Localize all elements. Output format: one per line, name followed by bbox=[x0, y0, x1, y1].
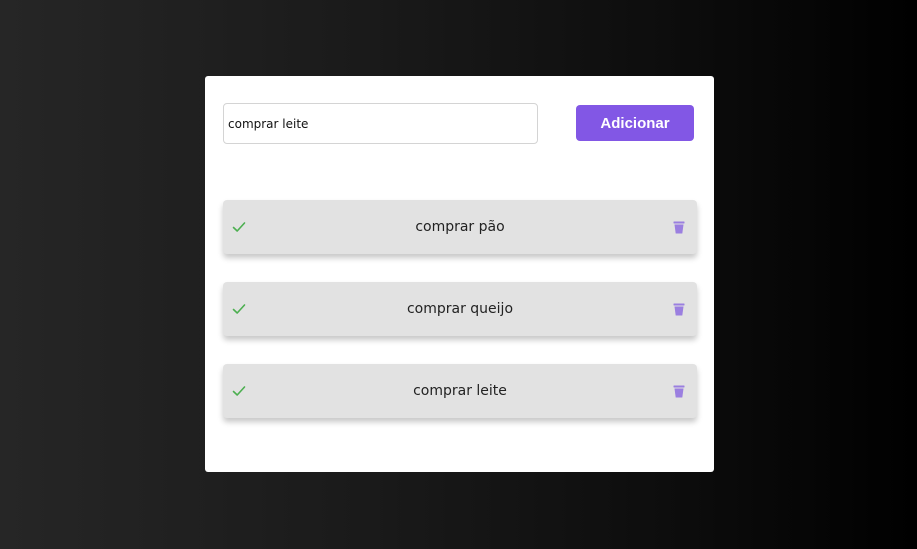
task-input[interactable] bbox=[223, 103, 538, 144]
task-item: comprar queijo bbox=[223, 282, 697, 336]
trash-icon[interactable] bbox=[673, 221, 685, 234]
task-label: comprar queijo bbox=[406, 301, 514, 317]
task-item: comprar pão bbox=[223, 200, 697, 254]
check-icon[interactable] bbox=[232, 220, 246, 234]
trash-icon[interactable] bbox=[673, 303, 685, 316]
check-icon[interactable] bbox=[232, 384, 246, 398]
task-item: comprar leite bbox=[223, 364, 697, 418]
trash-icon[interactable] bbox=[673, 385, 685, 398]
check-icon[interactable] bbox=[232, 302, 246, 316]
add-button[interactable]: Adicionar bbox=[576, 105, 694, 141]
todo-card: Adicionar comprar pão comprar queijo bbox=[205, 76, 714, 472]
task-list: comprar pão comprar queijo comprar leite bbox=[223, 200, 697, 446]
task-label: comprar leite bbox=[413, 383, 507, 399]
task-label: comprar pão bbox=[415, 219, 505, 235]
